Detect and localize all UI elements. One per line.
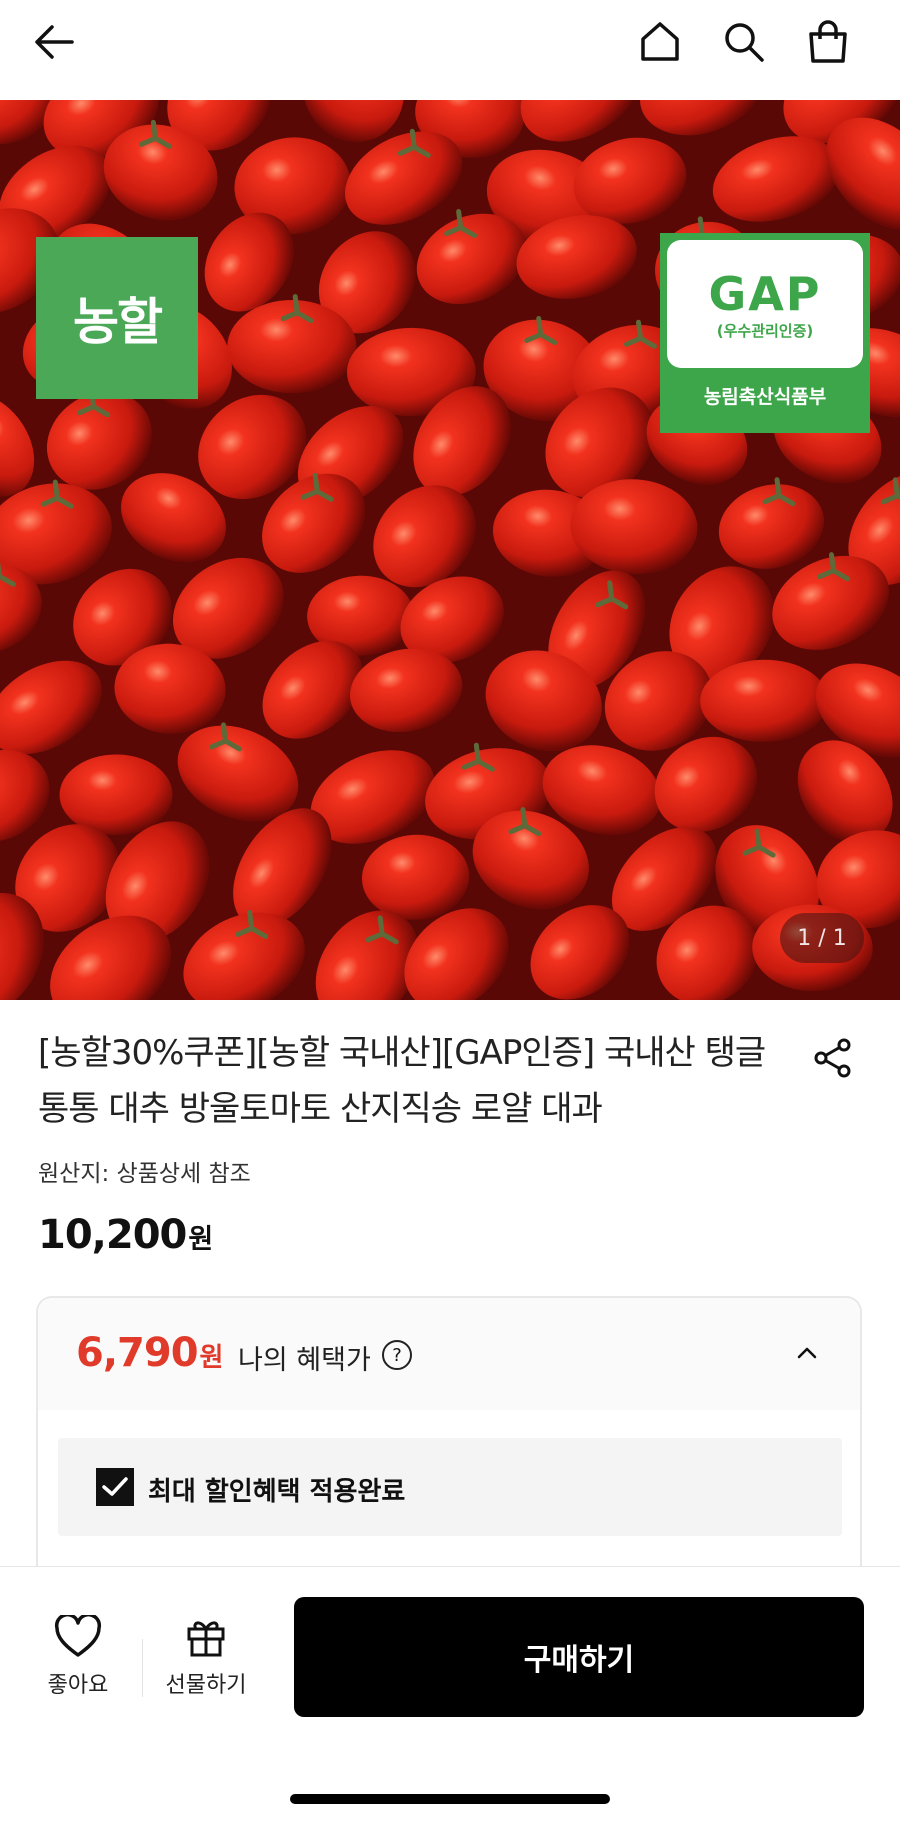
product-image[interactable]: 농할 GAP (우수관리인증) 농림축산식품부 bbox=[0, 100, 900, 1000]
applied-checkbox[interactable] bbox=[96, 1468, 134, 1506]
top-navigation-bar bbox=[0, 0, 900, 100]
discount-applied-row: 최대 할인혜택 적용완료 bbox=[58, 1438, 842, 1536]
home-icon[interactable] bbox=[632, 14, 688, 70]
gap-badge-inner: GAP (우수관리인증) bbox=[667, 240, 863, 368]
gift-label: 선물하기 bbox=[165, 1673, 247, 1698]
price-value: 10,200 bbox=[38, 1212, 187, 1258]
home-indicator bbox=[290, 1794, 610, 1804]
gap-ministry: 농림축산식품부 bbox=[703, 386, 827, 408]
benefit-header[interactable]: 6,790원 나의 혜택가 ? bbox=[38, 1298, 860, 1410]
shopping-bag-icon[interactable] bbox=[800, 14, 856, 70]
origin-info: 원산지: 상품상세 참조 bbox=[38, 1161, 251, 1187]
gap-title: GAP bbox=[708, 266, 822, 321]
nonghal-badge: 농할 bbox=[36, 237, 198, 399]
like-label: 좋아요 bbox=[47, 1673, 109, 1698]
bottom-divider bbox=[142, 1639, 143, 1697]
arrow-left-icon[interactable] bbox=[26, 14, 82, 70]
tomato bbox=[59, 754, 173, 836]
benefit-price: 6,790원 bbox=[76, 1330, 224, 1376]
benefit-price-unit: 원 bbox=[199, 1343, 224, 1373]
nonghal-badge-text: 농할 bbox=[73, 293, 163, 351]
applied-label: 최대 할인혜택 적용완료 bbox=[148, 1477, 406, 1507]
like-button[interactable]: 좋아요 bbox=[38, 1613, 118, 1699]
search-icon[interactable] bbox=[716, 14, 772, 70]
price-unit: 원 bbox=[188, 1224, 213, 1255]
benefit-card: 6,790원 나의 혜택가 ? 최대 할인혜택 적용완료 bbox=[36, 1296, 862, 1596]
image-counter: 1 / 1 bbox=[780, 913, 864, 963]
heart-icon bbox=[54, 1613, 102, 1657]
buy-button[interactable]: 구매하기 bbox=[294, 1597, 864, 1717]
gift-icon bbox=[187, 1621, 225, 1657]
gap-subtitle: (우수관리인증) bbox=[716, 321, 814, 340]
chevron-up-icon[interactable] bbox=[792, 1338, 822, 1368]
product-title: [농할30%쿠폰][농할 국내산][GAP인증] 국내산 탱글통통 대추 방울토… bbox=[38, 1033, 766, 1129]
help-icon[interactable]: ? bbox=[382, 1340, 412, 1370]
share-icon[interactable] bbox=[808, 1033, 858, 1083]
gift-button[interactable]: 선물하기 bbox=[158, 1615, 254, 1699]
benefit-price-value: 6,790 bbox=[76, 1330, 199, 1376]
checkmark-icon bbox=[102, 1477, 128, 1496]
product-price: 10,200원 bbox=[38, 1212, 213, 1258]
bottom-action-bar: 좋아요 선물하기 구매하기 bbox=[0, 1566, 900, 1823]
benefit-label: 나의 혜택가 bbox=[238, 1345, 371, 1376]
gap-certification-badge: GAP (우수관리인증) 농림축산식품부 bbox=[660, 233, 870, 433]
